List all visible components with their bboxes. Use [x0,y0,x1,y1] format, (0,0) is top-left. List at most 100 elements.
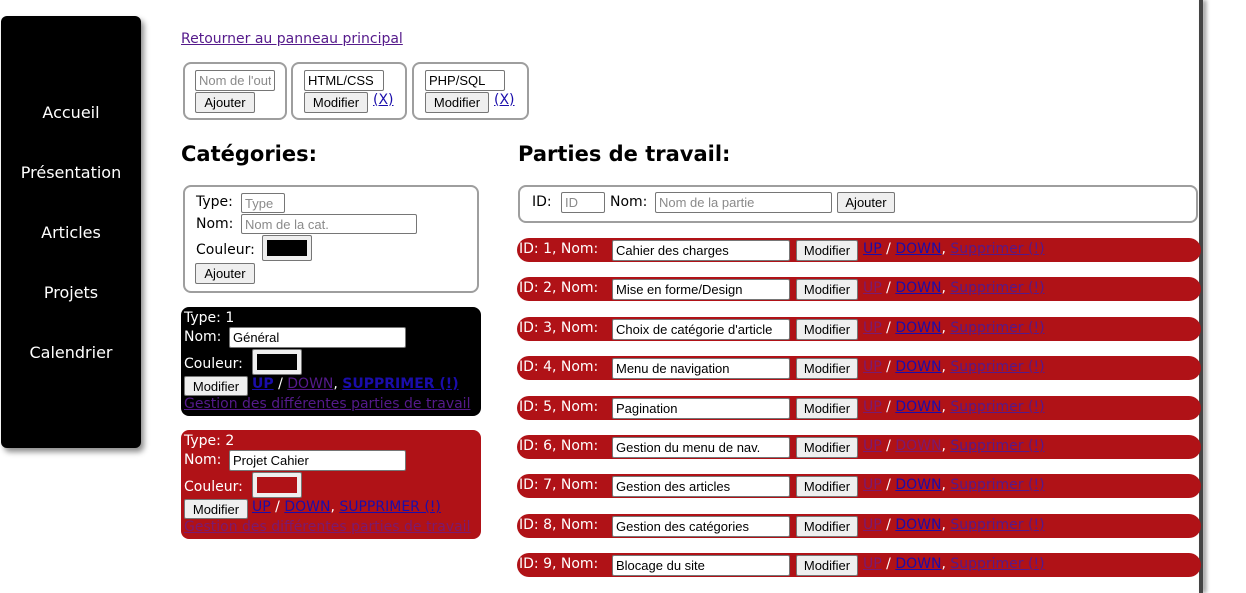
modify-part-button[interactable]: Modifier [796,555,858,576]
part-name-input[interactable] [612,516,790,537]
part-row: ID: 3, Nom: Modifier UP / DOWN, Supprimer … [517,317,1201,341]
sidebar-item-articles[interactable]: Articles [1,223,141,243]
delete-part-link[interactable]: Supprimer (!) [950,359,1044,375]
separator-comma: , [941,359,946,375]
part-row-label: ID: 7, Nom: [519,477,599,493]
part-row-label: ID: 6, Nom: [519,438,599,454]
move-up-link[interactable]: UP [863,320,882,336]
move-down-link[interactable]: DOWN [895,241,941,257]
modify-tool-button[interactable]: Modifier [425,92,489,113]
category-name-input[interactable] [241,214,417,234]
separator-comma: , [941,399,946,415]
separator-comma: , [941,241,946,257]
category-color-picker[interactable] [252,349,302,375]
modify-category-button[interactable]: Modifier [184,499,248,519]
move-up-link[interactable]: UP [863,438,882,454]
separator-slash: / [886,477,891,493]
delete-category-link[interactable]: SUPPRIMER (!) [339,499,441,515]
sidebar-item-projets[interactable]: Projets [1,283,141,303]
modify-tool-button[interactable]: Modifier [304,92,368,113]
add-tool-button[interactable]: Ajouter [195,92,255,113]
part-row: ID: 4, Nom: Modifier UP / DOWN, Supprimer … [517,356,1201,380]
move-up-link[interactable]: UP [252,376,274,392]
modify-part-button[interactable]: Modifier [796,240,858,261]
separator-slash: / [886,320,891,336]
tool-box-1: Modifier (X) [291,62,407,120]
part-row: ID: 5, Nom: Modifier UP / DOWN, Supprimer … [517,396,1201,420]
delete-part-link[interactable]: Supprimer (!) [950,438,1044,454]
delete-part-link[interactable]: Supprimer (!) [950,320,1044,336]
color-swatch-fill [257,477,297,493]
sidebar-item-calendrier[interactable]: Calendrier [1,343,141,363]
category-color-picker[interactable] [252,472,302,498]
part-id-input[interactable] [561,192,605,213]
modify-part-button[interactable]: Modifier [796,358,858,379]
categories-heading: Catégories: [181,142,318,166]
move-up-link[interactable]: UP [863,241,882,257]
delete-tool-link[interactable]: (X) [373,92,394,108]
modify-part-button[interactable]: Modifier [796,398,858,419]
manage-parts-link[interactable]: Gestion des différentes parties de trava… [184,519,470,535]
modify-part-button[interactable]: Modifier [796,476,858,497]
part-name-input[interactable] [612,319,790,340]
move-down-link[interactable]: DOWN [287,376,333,392]
color-label: Couleur: [196,242,255,258]
delete-category-link[interactable]: SUPPRIMER (!) [342,376,458,392]
category-name-input[interactable] [229,450,406,471]
move-up-link[interactable]: UP [863,556,882,572]
part-name-input[interactable] [612,398,790,419]
add-part-button[interactable]: Ajouter [837,192,895,213]
delete-tool-link[interactable]: (X) [494,92,515,108]
modify-category-button[interactable]: Modifier [184,376,248,396]
modify-part-button[interactable]: Modifier [796,319,858,340]
part-row-label: ID: 2, Nom: [519,280,599,296]
part-name-input[interactable] [612,279,790,300]
move-up-link[interactable]: UP [863,517,882,533]
part-name-input[interactable] [612,555,790,576]
part-row: ID: 1, Nom: Modifier UP / DOWN, Supprimer … [517,238,1201,262]
tool-name-input[interactable] [304,70,384,91]
move-up-link[interactable]: UP [252,499,271,515]
delete-part-link[interactable]: Supprimer (!) [950,556,1044,572]
move-down-link[interactable]: DOWN [895,477,941,493]
category-name-input[interactable] [229,327,406,348]
move-up-link[interactable]: UP [863,280,882,296]
add-category-button[interactable]: Ajouter [195,263,255,284]
move-down-link[interactable]: DOWN [895,517,941,533]
separator-comma: , [941,438,946,454]
move-down-link[interactable]: DOWN [895,399,941,415]
sidebar-item-presentation[interactable]: Présentation [1,163,141,183]
part-name-input[interactable] [612,476,790,497]
category-color-picker[interactable] [262,235,312,261]
manage-parts-link[interactable]: Gestion des différentes parties de trava… [184,396,470,412]
delete-part-link[interactable]: Supprimer (!) [950,477,1044,493]
modify-part-button[interactable]: Modifier [796,437,858,458]
new-tool-box: Ajouter [183,62,287,120]
delete-part-link[interactable]: Supprimer (!) [950,399,1044,415]
part-row-label: ID: 5, Nom: [519,399,599,415]
delete-part-link[interactable]: Supprimer (!) [950,517,1044,533]
part-name-input[interactable] [612,437,790,458]
modify-part-button[interactable]: Modifier [796,279,858,300]
part-name-input[interactable] [655,192,832,213]
move-up-link[interactable]: UP [863,399,882,415]
move-up-link[interactable]: UP [863,359,882,375]
move-down-link[interactable]: DOWN [895,438,941,454]
move-down-link[interactable]: DOWN [895,280,941,296]
part-name-input[interactable] [612,358,790,379]
move-down-link[interactable]: DOWN [895,556,941,572]
sidebar-item-accueil[interactable]: Accueil [1,103,141,123]
category-type-input[interactable] [241,193,285,213]
move-down-link[interactable]: DOWN [895,359,941,375]
part-name-input[interactable] [612,240,790,261]
part-row: ID: 8, Nom: Modifier UP / DOWN, Supprimer … [517,514,1201,538]
modify-part-button[interactable]: Modifier [796,516,858,537]
back-to-panel-link[interactable]: Retourner au panneau principal [181,31,403,47]
move-down-link[interactable]: DOWN [284,499,330,515]
move-up-link[interactable]: UP [863,477,882,493]
new-tool-input[interactable] [195,70,275,91]
move-down-link[interactable]: DOWN [895,320,941,336]
delete-part-link[interactable]: Supprimer (!) [950,280,1044,296]
delete-part-link[interactable]: Supprimer (!) [950,241,1044,257]
tool-name-input[interactable] [425,70,505,91]
